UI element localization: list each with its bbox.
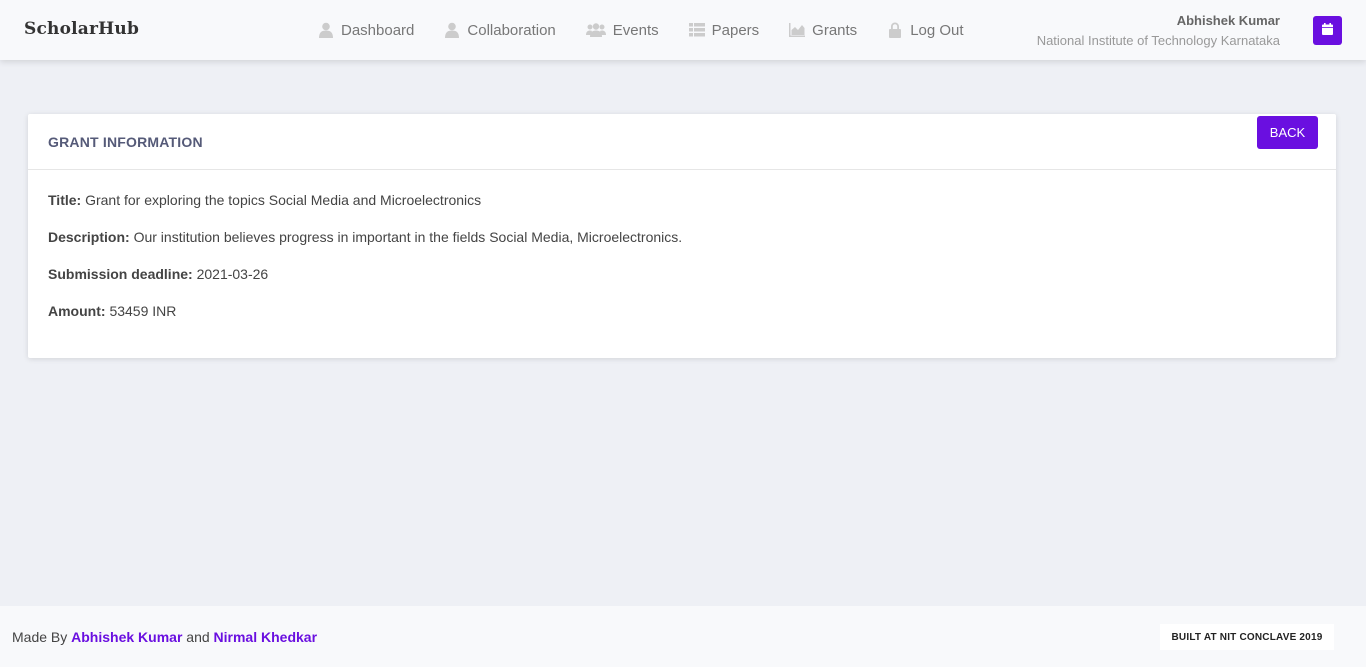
nav-item-grants[interactable]: Grants xyxy=(789,22,857,39)
nav-item-collaboration[interactable]: Collaboration xyxy=(444,21,556,39)
calendar-icon xyxy=(1322,22,1333,40)
field-value: Grant for exploring the topics Social Me… xyxy=(85,192,482,208)
card-body: Title: Grant for exploring the topics So… xyxy=(28,170,1336,319)
nav-label: Grants xyxy=(812,21,858,39)
grant-amount-field: Amount: 53459 INR xyxy=(48,303,1316,319)
user-info: Abhishek Kumar National Institute of Tec… xyxy=(1037,13,1280,48)
footer-and: and xyxy=(186,629,210,645)
back-button[interactable]: BACK xyxy=(1257,116,1318,149)
top-navbar: ScholarHub Dashboard Collaboration Event… xyxy=(0,0,1366,60)
user-icon xyxy=(444,22,460,38)
users-icon xyxy=(585,22,606,38)
conclave-badge: BUILT AT NIT CONCLAVE 2019 xyxy=(1160,624,1334,650)
page-footer: Made By Abhishek Kumar and Nirmal Khedka… xyxy=(0,606,1366,667)
card-header: GRANT INFORMATION BACK xyxy=(28,114,1336,170)
grant-description-field: Description: Our institution believes pr… xyxy=(48,229,1316,245)
nav-label: Dashboard xyxy=(341,21,415,39)
user-institution: National Institute of Technology Karnata… xyxy=(1036,33,1280,48)
lock-icon xyxy=(887,22,903,38)
nav-item-papers[interactable]: Papers xyxy=(688,21,760,39)
field-label: Description: xyxy=(48,229,130,245)
grant-deadline-field: Submission deadline: 2021-03-26 xyxy=(48,266,1316,282)
field-value: 2021-03-26 xyxy=(196,266,269,282)
footer-credits: Made By Abhishek Kumar and Nirmal Khedka… xyxy=(12,629,317,645)
nav-item-logout[interactable]: Log Out xyxy=(887,21,964,39)
user-icon xyxy=(318,22,334,38)
grant-title-field: Title: Grant for exploring the topics So… xyxy=(48,192,1316,208)
user-name: Abhishek Kumar xyxy=(1176,13,1280,28)
field-label: Title: xyxy=(48,192,82,208)
nav-item-events[interactable]: Events xyxy=(585,21,659,39)
grant-info-card: GRANT INFORMATION BACK Title: Grant for … xyxy=(28,114,1336,358)
brand-logo[interactable]: ScholarHub xyxy=(24,19,139,39)
author-link-nirmal[interactable]: Nirmal Khedkar xyxy=(214,629,317,645)
nav-label: Events xyxy=(612,21,659,39)
field-label: Submission deadline: xyxy=(48,266,193,282)
calendar-button[interactable] xyxy=(1313,16,1342,45)
main-nav: Dashboard Collaboration Events Papers Gr… xyxy=(318,0,994,60)
field-value: 53459 INR xyxy=(109,303,177,319)
nav-item-dashboard[interactable]: Dashboard xyxy=(318,22,414,39)
list-icon xyxy=(688,22,705,38)
chart-icon xyxy=(789,22,806,38)
field-label: Amount: xyxy=(48,303,106,319)
nav-label: Log Out xyxy=(910,21,964,39)
nav-label: Papers xyxy=(711,21,760,39)
footer-made-by: Made By xyxy=(12,629,68,645)
nav-label: Collaboration xyxy=(467,21,556,39)
card-title: GRANT INFORMATION xyxy=(48,133,203,150)
author-link-abhishek[interactable]: Abhishek Kumar xyxy=(71,629,182,645)
field-value: Our institution believes progress in imp… xyxy=(133,229,683,245)
